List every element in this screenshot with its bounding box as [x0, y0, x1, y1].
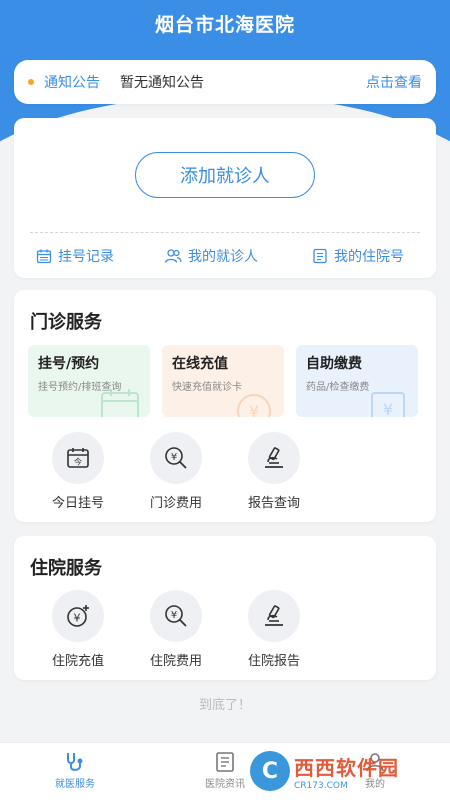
feature-registration[interactable]: 挂号/预约 挂号预约/排班查询: [28, 345, 150, 417]
page-title: 烟台市北海医院: [154, 14, 295, 36]
registration-records-link[interactable]: 挂号记录: [36, 246, 114, 266]
my-inpatient-number-link[interactable]: 我的住院号: [312, 246, 404, 266]
svg-text:¥: ¥: [249, 402, 259, 417]
watermark-main-text: 西西软件园: [294, 755, 399, 780]
watermark-logo: C: [250, 751, 290, 791]
feature-payment-name: 自助缴费: [306, 356, 362, 372]
inpatient-fees-label: 住院费用: [149, 654, 202, 669]
feature-self-payment[interactable]: 自助缴费 药品/检查缴费 ¥: [296, 345, 418, 417]
notice-view-link[interactable]: 点击查看: [366, 72, 422, 92]
outpatient-fees-circle: ¥: [150, 432, 202, 484]
users-icon: [164, 249, 182, 263]
feature-registration-name: 挂号/预约: [38, 356, 100, 372]
watermark-sub-text: CR173.COM: [294, 780, 348, 791]
inpatient-recharge-item[interactable]: ¥ 住院充值: [38, 590, 118, 669]
notice-bar[interactable]: 通知公告 暂无通知公告 点击查看: [14, 60, 436, 104]
tab-medical-service-label: 就医服务: [55, 779, 95, 790]
svg-text:今: 今: [74, 457, 82, 467]
notice-dot: [28, 79, 34, 85]
fee-search-icon: ¥: [165, 447, 187, 469]
feature-online-recharge[interactable]: 在线充值 快速充值就诊卡 ¥: [162, 345, 284, 417]
inpatient-report-label: 住院报告: [247, 654, 300, 669]
microscope-icon: [265, 605, 283, 626]
outpatient-services-card: 门诊服务 挂号/预约 挂号预约/排班查询 在线充值 快速充值就诊卡 ¥ 自助缴费…: [14, 290, 436, 522]
stethoscope-icon: [67, 753, 83, 771]
add-patient-button[interactable]: 添加就诊人: [135, 152, 315, 198]
registration-records-label: 挂号记录: [58, 249, 114, 265]
microscope-icon: [265, 447, 283, 468]
recharge-icon: ¥: [67, 605, 89, 627]
fee-search-icon: ¥: [165, 605, 187, 627]
today-registration-item[interactable]: 今 今日挂号: [38, 432, 118, 511]
inpatient-fees-circle: ¥: [150, 590, 202, 642]
inpatient-fees-item[interactable]: ¥ 住院费用: [136, 590, 216, 669]
my-patients-link[interactable]: 我的就诊人: [164, 246, 258, 266]
notice-label: 通知公告: [44, 75, 100, 91]
today-registration-label: 今日挂号: [51, 496, 104, 511]
my-inpatient-number-label: 我的住院号: [334, 249, 404, 265]
outpatient-section-title: 门诊服务: [30, 312, 102, 333]
inpatient-report-circle: [248, 590, 300, 642]
news-icon: [216, 752, 234, 772]
document-icon: [313, 248, 327, 264]
outpatient-fees-label: 门诊费用: [149, 496, 202, 511]
outpatient-fees-item[interactable]: ¥ 门诊费用: [136, 432, 216, 511]
report-query-label: 报告查询: [247, 496, 300, 511]
svg-text:¥: ¥: [74, 612, 81, 625]
inpatient-section-title: 住院服务: [30, 558, 102, 579]
inpatient-recharge-label: 住院充值: [51, 654, 104, 669]
svg-text:¥: ¥: [171, 610, 177, 621]
calendar-icon: 今: [67, 448, 89, 468]
site-watermark: C 西西软件园 CR173.COM: [250, 748, 430, 794]
today-registration-circle: 今: [52, 432, 104, 484]
report-query-circle: [248, 432, 300, 484]
patient-card: 添加就诊人 挂号记录 我的就诊人 我的住院号: [14, 118, 436, 278]
inpatient-report-item[interactable]: 住院报告: [234, 590, 314, 669]
my-patients-label: 我的就诊人: [188, 249, 258, 265]
bill-deco-icon: ¥: [371, 392, 405, 417]
inpatient-recharge-circle: ¥: [52, 590, 104, 642]
end-of-list-text: 到底了！: [198, 698, 251, 713]
svg-text:¥: ¥: [383, 400, 393, 417]
feature-recharge-name: 在线充值: [172, 356, 228, 372]
calendar-icon: [36, 249, 52, 264]
svg-text:¥: ¥: [171, 452, 177, 463]
calendar-deco-icon: [101, 389, 139, 417]
coin-deco-icon: ¥: [237, 394, 271, 417]
tab-medical-service[interactable]: 就医服务: [40, 749, 110, 790]
notice-text: 暂无通知公告: [120, 75, 204, 91]
dashed-divider: [30, 232, 420, 233]
inpatient-services-card: 住院服务 ¥ 住院充值 ¥ 住院费用 住院报告: [14, 536, 436, 680]
report-query-item[interactable]: 报告查询: [234, 432, 314, 511]
